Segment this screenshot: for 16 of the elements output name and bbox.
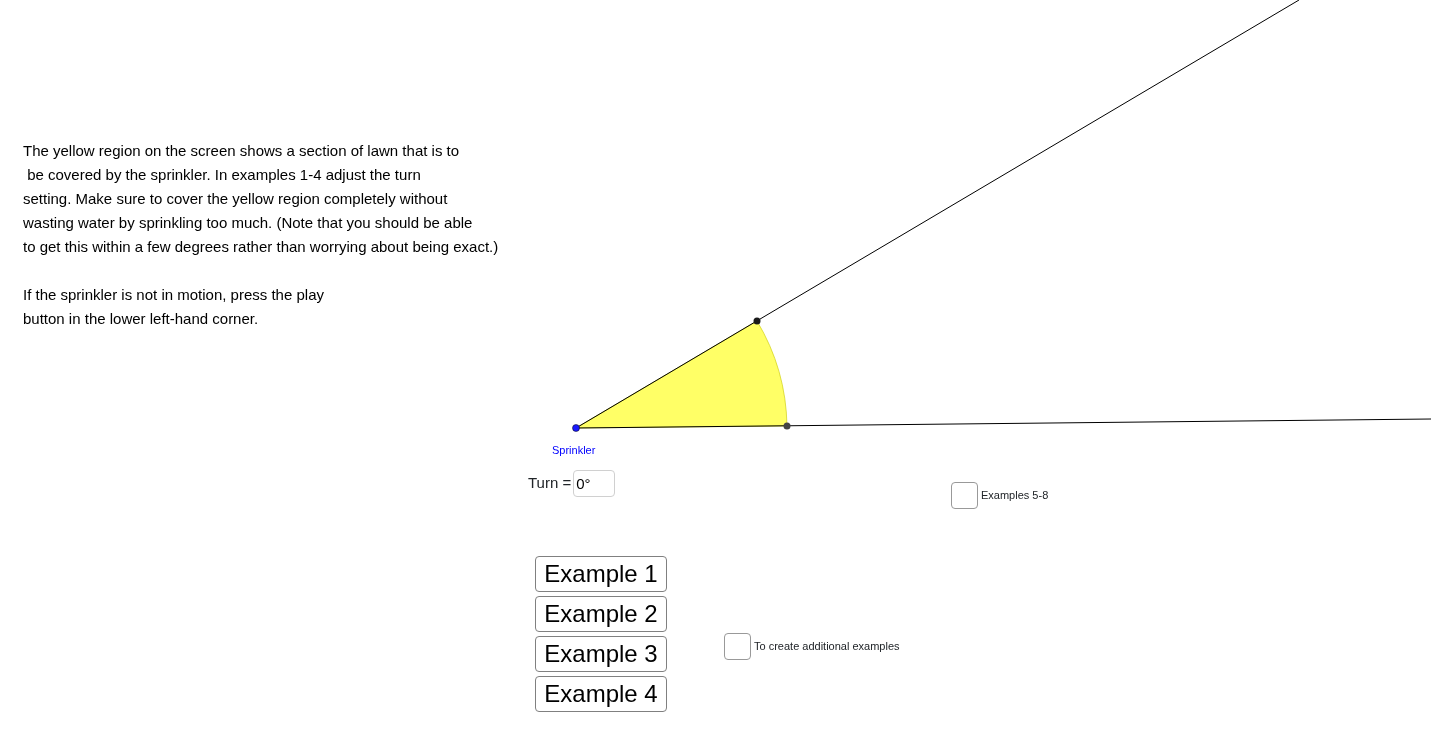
checkbox-label: Examples 5-8: [981, 488, 1049, 504]
turn-input[interactable]: 0°: [573, 470, 616, 497]
checkbox[interactable]: [951, 482, 978, 509]
turn-label: Turn =: [528, 473, 572, 494]
point[interactable]: [783, 422, 791, 430]
example-button[interactable]: Example 4: [535, 676, 667, 712]
example-button[interactable]: Example 3: [535, 636, 667, 672]
instruction-paragraph: The yellow region on the screen shows a section of lawn that is to be covered by the sprinkler. In examples 1-4 adjust the turn setting. Make sure to cover the yellow region completely without wasting water by sprinkling too much. (Note that you should be able to get this within a few degrees rather than worrying about being exact.): [23, 141, 499, 257]
sprinkler-point[interactable]: [572, 424, 580, 432]
checkbox-label: To create additional examples: [754, 639, 900, 655]
checkbox[interactable]: [724, 633, 751, 660]
example-button[interactable]: Example 2: [535, 596, 667, 632]
instruction-paragraph: If the sprinkler is not in motion, press the play button in the lower left-hand corner.: [23, 285, 325, 329]
point[interactable]: [753, 317, 761, 325]
example-button[interactable]: Example 1: [535, 556, 667, 592]
sprinkler-label: Sprinkler: [552, 443, 596, 458]
